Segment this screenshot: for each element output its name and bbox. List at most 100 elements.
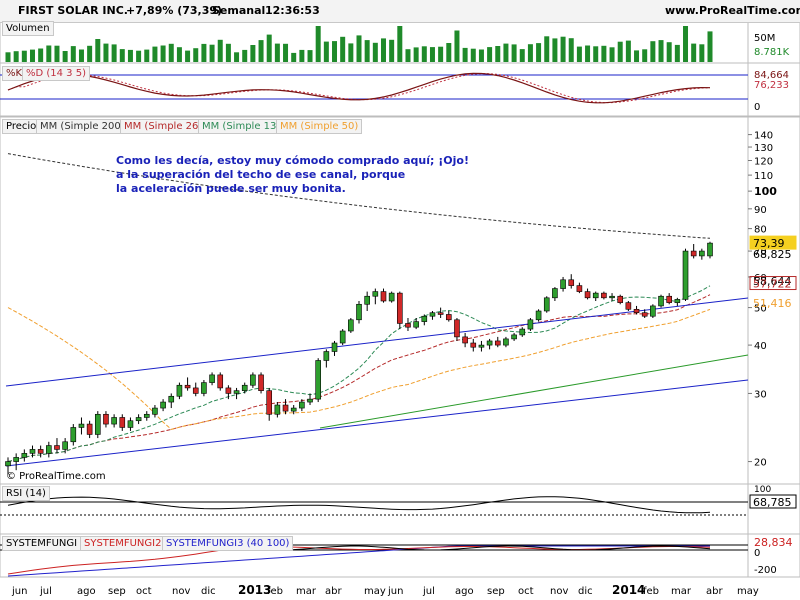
- rsi-value: 68,785: [753, 496, 792, 509]
- stoch-d-label[interactable]: %D (14 3 5): [22, 66, 90, 81]
- volume-bar: [666, 42, 672, 62]
- volume-bar: [185, 50, 191, 62]
- ma200-label[interactable]: MM (Simple 200): [36, 119, 129, 134]
- candle-body: [576, 285, 583, 292]
- candle-body: [184, 384, 191, 389]
- x-axis-label: oct: [136, 586, 152, 597]
- candle-body: [372, 291, 379, 297]
- candle-body: [535, 310, 542, 321]
- price-tick-label: 80: [754, 225, 767, 236]
- candle-body: [217, 374, 224, 389]
- ma13-label[interactable]: MM (Simple 13): [198, 119, 285, 134]
- candle-body: [299, 401, 305, 409]
- candle-body: [201, 382, 207, 394]
- volume-bar: [560, 36, 566, 62]
- candle-body: [78, 423, 85, 428]
- candle-body: [519, 328, 526, 336]
- candle-body: [70, 427, 77, 443]
- price-tick-label: 20: [754, 458, 767, 469]
- volume-bar: [70, 46, 76, 62]
- volume-bar: [683, 26, 689, 62]
- volume-bar: [144, 49, 150, 62]
- candle-body: [258, 374, 264, 391]
- chart-canvas: 140130120110100908070605040302073,3968,8…: [0, 21, 800, 597]
- x-axis-label: mar: [671, 586, 692, 597]
- volume-bar: [503, 43, 509, 62]
- volume-scale-label: 50M: [754, 33, 775, 44]
- volume-bar: [168, 43, 174, 62]
- volume-bar: [699, 44, 705, 62]
- volume-bar: [95, 39, 101, 62]
- candle-body: [699, 250, 705, 257]
- price-tick-label: 140: [754, 131, 773, 142]
- x-axis-label: dic: [201, 586, 216, 597]
- volume-bar: [13, 51, 19, 62]
- systemfungi2-label[interactable]: SYSTEMFUNGI2: [80, 536, 166, 551]
- candle-body: [13, 457, 19, 462]
- volume-bar: [438, 46, 444, 62]
- ma26-label[interactable]: MM (Simple 26): [120, 119, 207, 134]
- volume-bar: [283, 43, 289, 62]
- volume-bar: [217, 39, 223, 62]
- volume-bar: [258, 40, 264, 62]
- volume-bar: [225, 43, 231, 62]
- ma50-line: [7, 307, 711, 430]
- candle-body: [356, 303, 362, 321]
- candle-body: [437, 312, 444, 315]
- candle-body: [152, 407, 158, 415]
- candle-body: [266, 390, 273, 415]
- candle-body: [666, 295, 672, 303]
- volume-bar: [274, 43, 280, 62]
- x-axis-label: jun: [387, 586, 403, 597]
- candle-body: [397, 292, 403, 324]
- price-tick-label: 30: [754, 389, 767, 400]
- x-axis-label: mar: [296, 586, 317, 597]
- candle-body: [339, 330, 346, 344]
- candle-body: [527, 319, 534, 330]
- candle-body: [388, 292, 395, 302]
- candle-body: [609, 295, 615, 299]
- ma50-label[interactable]: MM (Simple 50): [276, 119, 363, 134]
- volume-bar: [127, 49, 133, 62]
- volume-bar: [348, 43, 354, 62]
- candle-body: [592, 292, 599, 299]
- volume-bar: [46, 45, 52, 62]
- volume-bar: [601, 45, 607, 62]
- x-axis-label: jun: [11, 586, 27, 597]
- volume-bar: [152, 46, 158, 62]
- candle-body: [486, 340, 493, 346]
- volume-bar: [544, 36, 550, 62]
- volume-bar: [519, 49, 525, 62]
- price-tick-label: 130: [754, 143, 773, 154]
- volume-bar: [291, 52, 297, 62]
- candle-body: [429, 312, 436, 317]
- volume-bar: [446, 43, 452, 62]
- candle-body: [143, 413, 150, 418]
- candle-body: [674, 299, 681, 303]
- volume-bar: [691, 43, 697, 62]
- candle-body: [617, 295, 624, 303]
- volume-bar: [389, 39, 395, 62]
- x-axis-label: 2014: [612, 583, 645, 597]
- candle-body: [46, 445, 52, 454]
- systemfungi3-label[interactable]: SYSTEMFUNGI3 (40 100): [162, 536, 294, 551]
- volume-bar: [299, 49, 305, 62]
- x-axis-label: sep: [487, 586, 505, 597]
- candle-body: [282, 404, 289, 412]
- volume-bar: [413, 47, 419, 62]
- volume-bar: [323, 41, 329, 62]
- x-axis-label: may: [737, 586, 759, 597]
- volume-bar: [585, 45, 591, 62]
- volume-panel-label[interactable]: Volumen: [2, 21, 54, 36]
- x-axis-label: dic: [578, 586, 593, 597]
- rsi-panel-label[interactable]: RSI (14): [2, 486, 50, 501]
- systemfungi-label[interactable]: SYSTEMFUNGI: [2, 536, 82, 551]
- rsi-100-label: 100: [754, 485, 771, 495]
- volume-value-label: 8.781K: [754, 47, 790, 58]
- candle-body: [552, 288, 558, 299]
- candle-body: [103, 413, 109, 425]
- candle-body: [690, 250, 697, 257]
- price-panel-label[interactable]: Precio: [2, 119, 41, 134]
- volume-bar: [38, 48, 44, 62]
- candle-body: [127, 420, 134, 428]
